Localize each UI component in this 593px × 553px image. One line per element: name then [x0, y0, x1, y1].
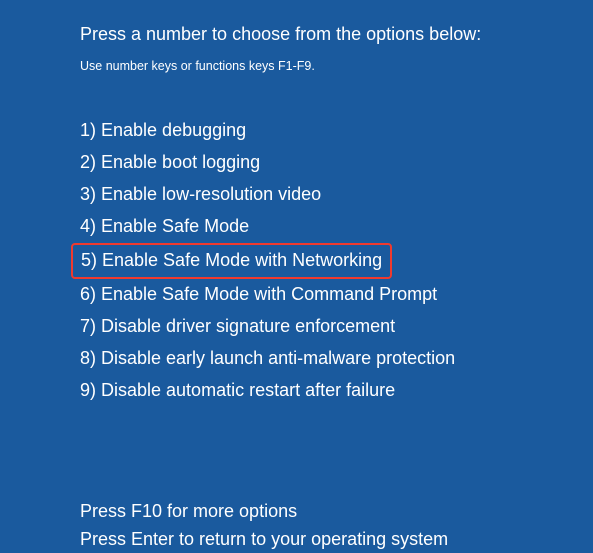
page-subtitle: Use number keys or functions keys F1-F9. [80, 59, 593, 73]
boot-option-5[interactable]: 5) Enable Safe Mode with Networking [71, 243, 392, 279]
boot-option-2[interactable]: 2) Enable boot logging [80, 147, 260, 177]
footer: Press F10 for more options Press Enter t… [80, 497, 593, 553]
page-title: Press a number to choose from the option… [80, 24, 593, 45]
boot-option-4[interactable]: 4) Enable Safe Mode [80, 211, 249, 241]
boot-option-8[interactable]: 8) Disable early launch anti-malware pro… [80, 343, 455, 373]
boot-option-9[interactable]: 9) Disable automatic restart after failu… [80, 375, 395, 405]
boot-option-3[interactable]: 3) Enable low-resolution video [80, 179, 321, 209]
boot-option-1[interactable]: 1) Enable debugging [80, 115, 246, 145]
options-list: 1) Enable debugging2) Enable boot loggin… [80, 115, 593, 407]
boot-option-6[interactable]: 6) Enable Safe Mode with Command Prompt [80, 279, 437, 309]
boot-option-7[interactable]: 7) Disable driver signature enforcement [80, 311, 395, 341]
footer-return: Press Enter to return to your operating … [80, 525, 593, 553]
footer-more-options: Press F10 for more options [80, 497, 593, 525]
